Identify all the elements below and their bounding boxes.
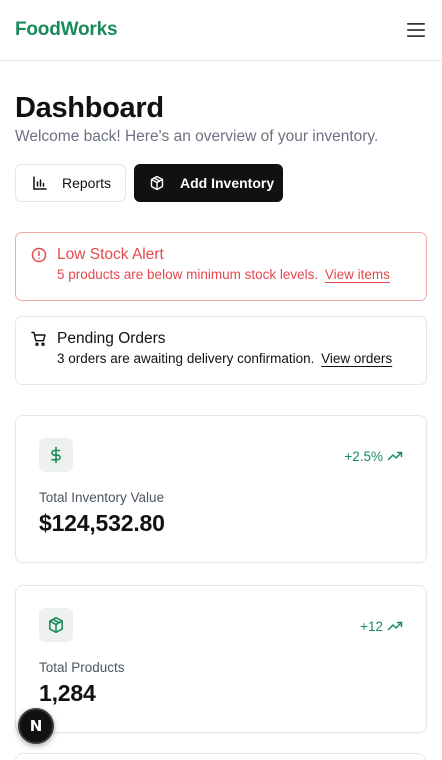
menu-button[interactable] (404, 18, 428, 42)
hamburger-menu-icon (407, 23, 425, 37)
reports-button-label: Reports (62, 175, 112, 191)
add-inventory-button[interactable]: Add Inventory (134, 164, 283, 202)
low-stock-alert: Low Stock Alert 5 products are below min… (15, 232, 427, 301)
dev-badge-letter: N (29, 717, 43, 735)
trending-up-icon (387, 448, 403, 464)
bar-chart-icon (32, 175, 48, 191)
top-bar: FoodWorks (0, 0, 442, 61)
stat-icon-tile (39, 608, 73, 642)
stat-card-partial (15, 753, 426, 760)
stat-label: Total Products (39, 660, 125, 675)
nextjs-dev-badge[interactable]: N (18, 708, 54, 744)
shopping-cart-icon (31, 331, 47, 347)
package-icon (149, 175, 165, 191)
low-stock-alert-title: Low Stock Alert (57, 246, 164, 263)
stat-card-inventory-value: +2.5% Total Inventory Value $124,532.80 (15, 415, 427, 563)
pending-orders-alert: Pending Orders 3 orders are awaiting del… (15, 316, 427, 385)
page-subtitle: Welcome back! Here's an overview of your… (15, 128, 379, 145)
stat-trend-value: +2.5% (344, 448, 383, 464)
brand-logo[interactable]: FoodWorks (15, 19, 118, 41)
pending-orders-message: 3 orders are awaiting delivery confirmat… (57, 351, 315, 366)
dollar-icon (51, 446, 61, 464)
page-title: Dashboard (15, 92, 164, 124)
pending-orders-title: Pending Orders (57, 330, 166, 347)
stat-value: 1,284 (39, 680, 96, 706)
stat-trend-value: +12 (360, 618, 383, 634)
trending-up-icon (387, 618, 403, 634)
stat-trend: +12 (360, 618, 403, 634)
view-orders-link[interactable]: View orders (321, 351, 392, 366)
stat-trend: +2.5% (344, 448, 403, 464)
stat-value: $124,532.80 (39, 510, 165, 536)
action-bar: Reports Add Inventory (15, 164, 427, 202)
package-icon (49, 616, 63, 634)
stat-card-total-products: +12 Total Products 1,284 (15, 585, 427, 733)
main-content: Dashboard Welcome back! Here's an overvi… (0, 61, 442, 733)
view-items-link[interactable]: View items (325, 267, 390, 282)
low-stock-alert-message: 5 products are below minimum stock level… (57, 267, 319, 282)
reports-button[interactable]: Reports (15, 164, 126, 202)
add-inventory-button-label: Add Inventory (180, 175, 275, 191)
stat-icon-tile (39, 438, 73, 472)
stat-label: Total Inventory Value (39, 490, 165, 505)
alert-circle-icon (31, 247, 47, 263)
